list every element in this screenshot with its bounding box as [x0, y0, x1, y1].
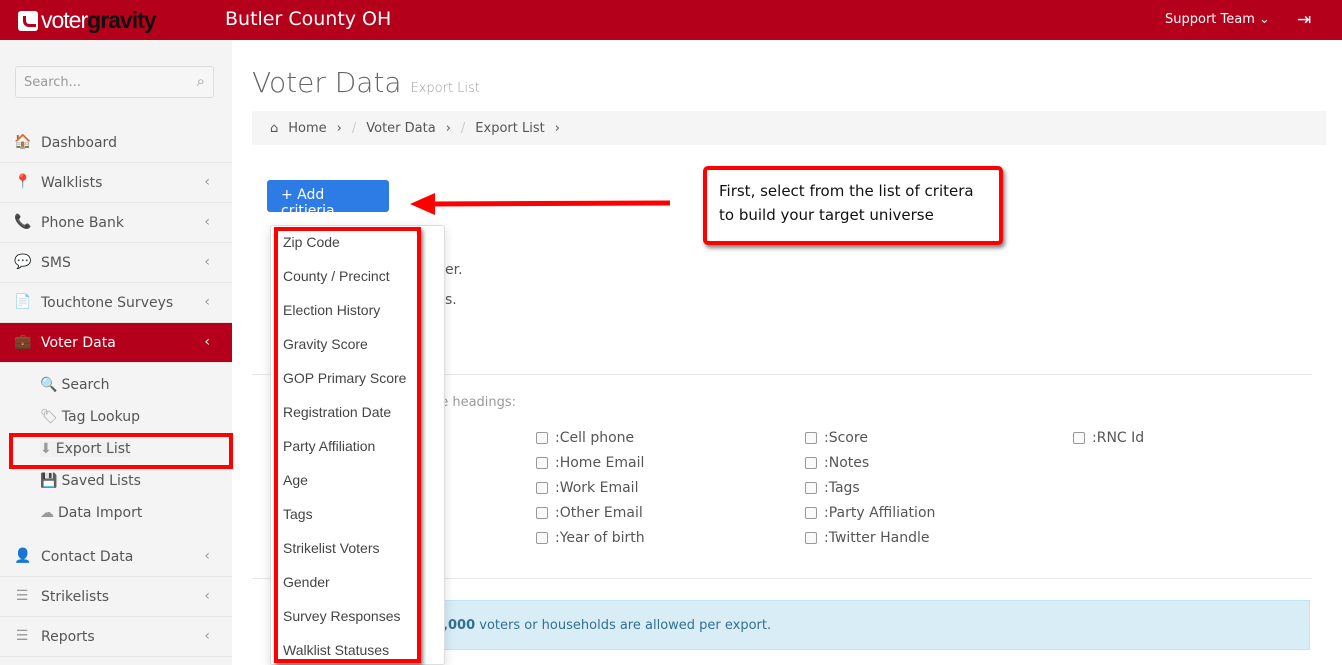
- votergravity-logo[interactable]: voter gravity: [18, 7, 157, 34]
- column-checkbox[interactable]: :Other Email: [536, 505, 643, 521]
- strikelists-icon: ☰: [15, 588, 29, 604]
- column-checkbox[interactable]: :RNC Id: [1073, 430, 1144, 446]
- chevron-down-icon: ⌄: [1259, 12, 1270, 27]
- touchtone-surveys-icon: 📄: [14, 294, 32, 310]
- column-checkbox[interactable]: :Twitter Handle: [805, 530, 929, 546]
- column-checkbox[interactable]: :Notes: [805, 455, 869, 471]
- sidebar-item-reports[interactable]: ☰ Reports ‹: [0, 617, 232, 657]
- export-limit-alert: 0,000 voters or households are allowed p…: [427, 600, 1310, 650]
- sidebar-item-contact-data[interactable]: 👤 Contact Data ‹: [0, 537, 232, 577]
- sidebar-subitem-saved-lists[interactable]: 💾 Saved Lists: [40, 473, 141, 489]
- annotation-arrow: [410, 193, 671, 215]
- column-checkbox[interactable]: :Party Affiliation: [805, 505, 935, 521]
- checkbox[interactable]: [536, 507, 548, 519]
- column-checkbox[interactable]: :Year of birth: [536, 530, 645, 546]
- checkbox[interactable]: [536, 482, 548, 494]
- search-icon[interactable]: ⌕: [197, 72, 205, 90]
- arrow-line: [429, 200, 671, 207]
- arrow-head: [410, 193, 435, 215]
- checkbox[interactable]: [805, 507, 817, 519]
- organization-name: Butler County OH: [225, 8, 392, 30]
- sidebar-item-dashboard[interactable]: 🏠 Dashboard: [0, 123, 232, 163]
- column-checkbox[interactable]: :Cell phone: [536, 430, 634, 446]
- voter-data-icon: 💼: [14, 334, 32, 350]
- sidebar-search-input[interactable]: Search... ⌕: [15, 66, 214, 98]
- chevron-left-icon: ‹: [204, 254, 210, 270]
- checkbox[interactable]: [536, 432, 548, 444]
- column-checkbox[interactable]: :Score: [805, 430, 868, 446]
- breadcrumb: ⌂ Home › / Voter Data › / Export List ›: [252, 111, 1326, 145]
- sidebar-item-touchtone-surveys[interactable]: 📄 Touchtone Surveys ‹: [0, 283, 232, 323]
- chevron-left-icon: ‹: [204, 174, 210, 190]
- column-checkbox[interactable]: :Home Email: [536, 455, 644, 471]
- checkbox[interactable]: [536, 532, 548, 544]
- breadcrumb-home[interactable]: Home: [288, 121, 326, 136]
- chevron-left-icon: ‹: [204, 334, 210, 350]
- sidebar-subitem-data-import[interactable]: ☁ Data Import: [40, 505, 142, 521]
- search-icon: 🔍: [40, 377, 58, 393]
- annotation-highlight-export-list: [9, 433, 233, 469]
- sidebar-item-strikelists[interactable]: ☰ Strikelists ‹: [0, 577, 232, 617]
- instruction-text: s.: [445, 292, 457, 308]
- chevron-left-icon: ‹: [204, 548, 210, 564]
- chevron-left-icon: ‹: [204, 628, 210, 644]
- checkbox[interactable]: [805, 482, 817, 494]
- sms-icon: 💬: [14, 254, 32, 270]
- checkbox[interactable]: [805, 432, 817, 444]
- instruction-text: er.: [445, 262, 463, 278]
- annotation-callout: First, select from the list of critera t…: [703, 166, 1003, 245]
- saved-lists-icon: 💾: [40, 473, 58, 489]
- sidebar-subitem-search[interactable]: 🔍 Search: [40, 377, 110, 393]
- sidebar-subitem-tag-lookup[interactable]: 🏷 Tag Lookup: [40, 409, 140, 425]
- tag-lookup-icon: 🏷: [40, 409, 58, 425]
- column-checkbox[interactable]: :Work Email: [536, 480, 638, 496]
- sidebar-item-sms[interactable]: 💬 SMS ‹: [0, 243, 232, 283]
- checkbox[interactable]: [805, 532, 817, 544]
- checkbox[interactable]: [1073, 432, 1085, 444]
- phone-bank-icon: 📞: [14, 214, 32, 230]
- top-header: voter gravity Butler County OH Support Te…: [0, 0, 1342, 40]
- checkbox[interactable]: [805, 457, 817, 469]
- page-subtitle: Export List: [410, 81, 480, 96]
- reports-icon: ☰: [15, 628, 29, 644]
- chevron-left-icon: ‹: [204, 588, 210, 604]
- breadcrumb-export-list[interactable]: Export List: [475, 121, 544, 136]
- contact-data-icon: 👤: [14, 548, 32, 564]
- column-checkbox[interactable]: :Tags: [805, 480, 860, 496]
- sidebar-item-voter-data[interactable]: 💼 Voter Data ‹: [0, 323, 232, 363]
- chevron-left-icon: ‹: [204, 294, 210, 310]
- breadcrumb-voter-data[interactable]: Voter Data: [366, 121, 435, 136]
- page-title: Voter Data Export List: [252, 66, 480, 99]
- sidebar-item-walklists[interactable]: 📍 Walklists ‹: [0, 163, 232, 203]
- data-import-icon: ☁: [40, 505, 54, 521]
- chevron-left-icon: ‹: [204, 214, 210, 230]
- add-criteria-button[interactable]: + Add critieria: [267, 180, 389, 219]
- annotation-highlight-criteria: [274, 227, 421, 663]
- walklists-icon: 📍: [14, 174, 32, 190]
- logo-icon: [18, 10, 38, 31]
- home-icon: ⌂: [270, 121, 279, 136]
- logout-icon[interactable]: ⇥: [1297, 10, 1311, 30]
- team-menu[interactable]: Support Team ⌄: [1165, 12, 1270, 27]
- dashboard-icon: 🏠: [14, 134, 32, 150]
- sidebar-item-phone-bank[interactable]: 📞 Phone Bank ‹: [0, 203, 232, 243]
- headings-label: ile headings:: [433, 395, 517, 410]
- checkbox[interactable]: [536, 457, 548, 469]
